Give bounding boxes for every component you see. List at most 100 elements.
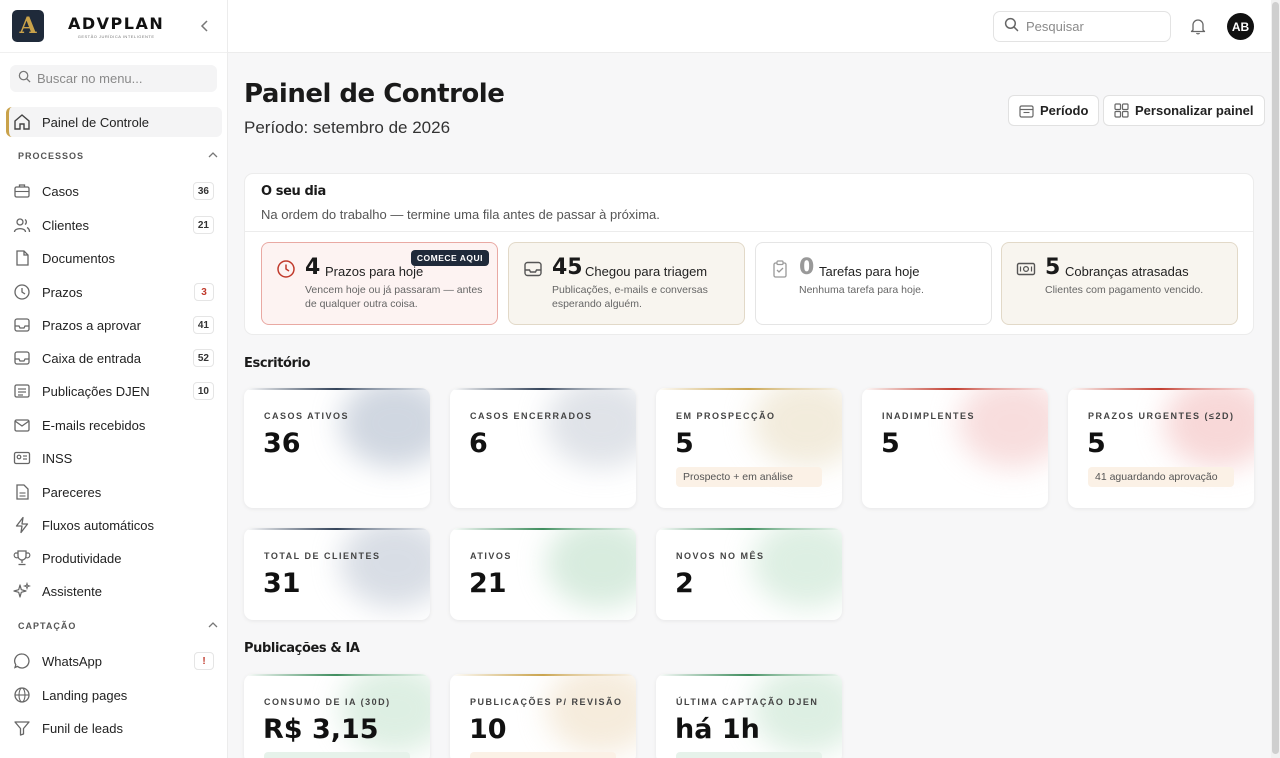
period-button-label: Período (1040, 103, 1089, 118)
kpi-card-ativos[interactable]: ATIVOS 21 (450, 528, 636, 620)
home-icon (12, 112, 32, 132)
sidebar-item-publicacoes-djen[interactable]: Publicações DJEN 10 (6, 376, 222, 406)
sidebar-item-funil-de-leads[interactable]: Funil de leads (6, 713, 222, 743)
menu-search-input[interactable] (37, 71, 207, 86)
sidebar-item-prazos-a-aprovar[interactable]: Prazos a aprovar 41 (6, 310, 222, 340)
kpi-card-prazos-urgentes[interactable]: PRAZOS URGENTES (≤2D) 5 41 aguardando ap… (1068, 388, 1254, 508)
id-card-icon (12, 448, 32, 468)
page-subtitle: Período: setembro de 2026 (244, 118, 451, 137)
kpi-card-total-clientes[interactable]: TOTAL DE CLIENTES 31 (244, 528, 430, 620)
sidebar-item-documentos[interactable]: Documentos (6, 243, 222, 273)
count-badge: 3 (194, 283, 214, 301)
sidebar-item-inss[interactable]: INSS (6, 443, 222, 473)
sidebar-item-fluxos-automaticos[interactable]: Fluxos automáticos (6, 510, 222, 540)
sidebar-item-casos[interactable]: Casos 36 (6, 176, 222, 206)
sidebar-item-label: E-mails recebidos (42, 417, 146, 433)
kpi-value: 10 (469, 714, 507, 745)
section-captacao[interactable]: CAPTAÇÃO (18, 621, 218, 632)
kpi-card-publicacoes-revisao[interactable]: PUBLICAÇÕES P/ REVISÃO 10 (450, 674, 636, 758)
queue-cobrancas[interactable]: 5 Cobranças atrasadas Clientes com pagam… (1001, 242, 1238, 325)
kpi-value: 21 (469, 568, 507, 599)
scrollbar-thumb[interactable] (1272, 2, 1279, 754)
brand-tagline: GESTÃO JURÍDICA INTELIGENTE (77, 33, 155, 39)
count-badge: 41 (192, 316, 214, 334)
kpi-label: TOTAL DE CLIENTES (264, 551, 381, 561)
kpi-value: 5 (675, 428, 694, 459)
kpi-label: NOVOS NO MÊS (676, 551, 765, 561)
kpi-card-em-prospeccao[interactable]: EM PROSPECÇÃO 5 Prospecto + em análise (656, 388, 842, 508)
brand-logo[interactable]: A (12, 10, 44, 42)
chat-bubble-icon (12, 651, 32, 671)
sidebar-item-label: Casos (42, 183, 79, 199)
menu-search[interactable] (10, 65, 217, 92)
section-processos[interactable]: PROCESSOS (18, 151, 218, 162)
card-glow (958, 388, 1048, 468)
search-icon (1004, 17, 1019, 37)
sidebar-item-label: Fluxos automáticos (42, 517, 154, 533)
count-badge: 36 (192, 182, 214, 200)
queue-tarefas-hoje[interactable]: 0 Tarefas para hoje Nenhuma tarefa para … (755, 242, 992, 325)
count-badge: 21 (192, 216, 214, 234)
card-glow (752, 674, 842, 754)
customize-dashboard-button[interactable]: Personalizar painel (1103, 95, 1265, 126)
sidebar-item-label: Documentos (42, 250, 115, 266)
kpi-card-casos-encerrados[interactable]: CASOS ENCERRADOS 6 (450, 388, 636, 508)
kpi-chip: 41 aguardando aprovação (1088, 467, 1234, 487)
global-search[interactable] (993, 11, 1171, 42)
kpi-chip (264, 752, 410, 758)
sidebar-item-label: WhatsApp (42, 653, 102, 669)
topbar: AB (228, 0, 1280, 53)
clock-icon (12, 282, 32, 302)
your-day-card: O seu dia Na ordem do trabalho — termine… (244, 173, 1254, 335)
start-here-badge: COMECE AQUI (410, 250, 489, 266)
kpi-label: PRAZOS URGENTES (≤2D) (1088, 411, 1235, 421)
period-button[interactable]: Período (1008, 95, 1100, 126)
document-icon (12, 248, 32, 268)
kpi-value: 6 (469, 428, 488, 459)
sidebar-item-caixa-de-entrada[interactable]: Caixa de entrada 52 (6, 343, 222, 373)
sidebar-item-label: Publicações DJEN (42, 383, 150, 399)
kpi-label: CASOS ENCERRADOS (470, 411, 593, 421)
kpi-card-consumo-ia[interactable]: CONSUMO DE IA (30D) R$ 3,15 (244, 674, 430, 758)
kpi-label: EM PROSPECÇÃO (676, 411, 776, 421)
page-title: Painel de Controle (244, 79, 505, 109)
bell-icon[interactable] (1190, 17, 1208, 35)
avatar[interactable]: AB (1227, 13, 1254, 40)
kpi-card-inadimplentes[interactable]: INADIMPLENTES 5 (862, 388, 1048, 508)
kpi-card-novos-no-mes[interactable]: NOVOS NO MÊS 2 (656, 528, 842, 620)
collapse-sidebar-icon[interactable] (198, 17, 212, 35)
sidebar-item-landing-pages[interactable]: Landing pages (6, 680, 222, 710)
count-badge: 10 (192, 382, 214, 400)
sidebar-item-prazos[interactable]: Prazos 3 (6, 277, 222, 307)
kpi-card-ultima-captacao[interactable]: ÚLTIMA CAPTAÇÃO DJEN há 1h (656, 674, 842, 758)
sidebar-item-pareceres[interactable]: Pareceres (6, 477, 222, 507)
queue-label: Tarefas para hoje (819, 264, 920, 279)
card-glow (546, 388, 636, 468)
section-label: CAPTAÇÃO (18, 621, 77, 631)
sidebar-item-clientes[interactable]: Clientes 21 (6, 210, 222, 240)
kpi-chip (676, 752, 822, 758)
card-glow (340, 388, 430, 468)
kpi-label: ÚLTIMA CAPTAÇÃO DJEN (676, 697, 819, 707)
kpi-label: INADIMPLENTES (882, 411, 976, 421)
money-icon (1016, 259, 1036, 279)
clipboard-check-icon (770, 259, 790, 279)
sidebar-item-dashboard[interactable]: Painel de Controle (6, 107, 222, 137)
sidebar-item-emails-recebidos[interactable]: E-mails recebidos (6, 410, 222, 440)
queue-count: 4 (305, 255, 321, 280)
kpi-label: ATIVOS (470, 551, 512, 561)
queue-triagem[interactable]: 45 Chegou para triagem Publicações, e-ma… (508, 242, 745, 325)
customize-button-label: Personalizar painel (1135, 103, 1254, 118)
inbox-icon (523, 259, 543, 279)
sidebar-item-label: Produtividade (42, 550, 122, 566)
sidebar-item-label: Prazos (42, 284, 83, 300)
sidebar-item-assistente[interactable]: Assistente (6, 576, 222, 606)
queue-description: Nenhuma tarefa para hoje. (799, 284, 924, 296)
sidebar-item-produtividade[interactable]: Produtividade (6, 543, 222, 573)
queue-prazos-hoje[interactable]: 4 Prazos para hoje COMECE AQUI Vencem ho… (261, 242, 498, 325)
sidebar-item-whatsapp[interactable]: WhatsApp ! (6, 646, 222, 676)
section-title-escritorio: Escritório (244, 356, 311, 371)
clock-icon (276, 259, 296, 279)
global-search-input[interactable] (1026, 19, 1166, 34)
kpi-card-casos-ativos[interactable]: CASOS ATIVOS 36 (244, 388, 430, 508)
